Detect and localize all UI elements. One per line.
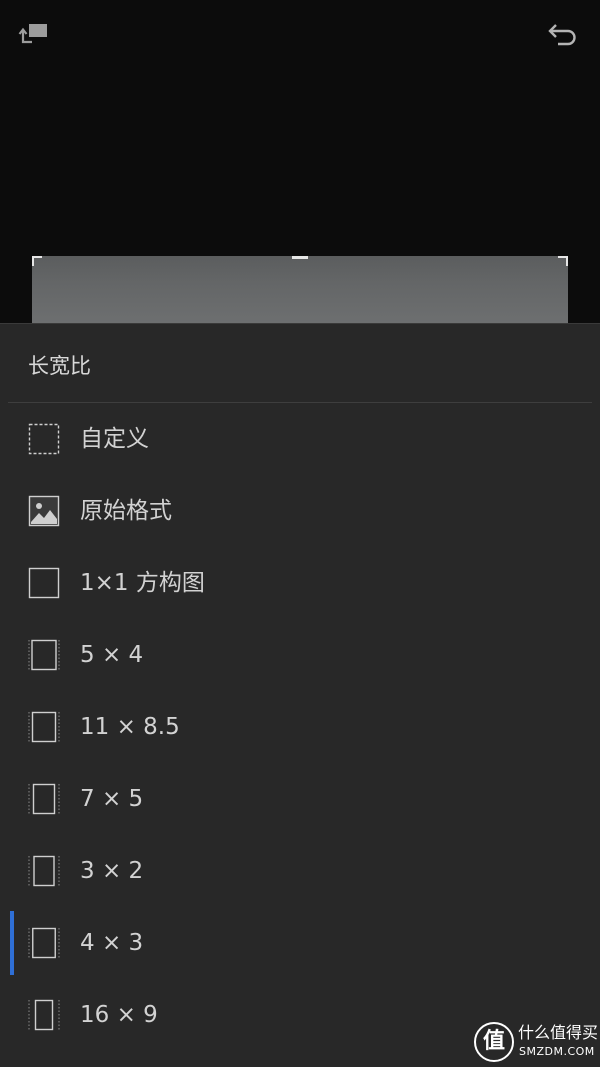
ratio-option-original[interactable]: 原始格式 xyxy=(0,475,600,547)
selection-indicator xyxy=(10,911,14,975)
ratio-label: 1×1 方构图 xyxy=(80,570,205,596)
ratio-option-3x2[interactable]: 3 × 2 xyxy=(0,835,600,907)
watermark-domain: SMZDM.COM xyxy=(519,1045,595,1058)
rotate-icon[interactable] xyxy=(18,22,50,48)
ratio-label: 5 × 4 xyxy=(80,642,144,668)
undo-icon[interactable] xyxy=(547,22,579,48)
ratio-option-5x4[interactable]: 5 × 4 xyxy=(0,619,600,691)
ratio-label: 16 × 9 xyxy=(80,1002,158,1028)
crop-screen: 长宽比 自定义 原始格式 1×1 方构图 5 × 4 11 × 8.5 7 × … xyxy=(0,0,600,1067)
ratio-option-4x3[interactable]: 4 × 3 xyxy=(0,907,600,979)
ratio-label: 原始格式 xyxy=(80,498,172,524)
ratio-label: 自定义 xyxy=(80,426,149,452)
ratio-icon xyxy=(28,999,60,1031)
original-image-icon xyxy=(28,495,60,527)
watermark-logo: 值 xyxy=(474,1022,514,1062)
ratio-label: 4 × 3 xyxy=(80,930,144,956)
square-icon xyxy=(28,567,60,599)
ratio-option-7x5[interactable]: 7 × 5 xyxy=(0,763,600,835)
watermark: 值 什么值得买 SMZDM.COM xyxy=(472,1020,598,1064)
ratio-option-1x1[interactable]: 1×1 方构图 xyxy=(0,547,600,619)
ratio-label: 3 × 2 xyxy=(80,858,144,884)
crop-handle-top-right[interactable] xyxy=(558,256,568,266)
ratio-icon xyxy=(28,639,60,671)
ratio-icon xyxy=(28,783,60,815)
ratio-icon xyxy=(28,927,60,959)
crop-handle-top[interactable] xyxy=(292,256,308,259)
ratio-icon xyxy=(28,711,60,743)
watermark-brand: 什么值得买 xyxy=(518,1023,599,1042)
aspect-ratio-list: 自定义 原始格式 1×1 方构图 5 × 4 11 × 8.5 7 × 5 3 … xyxy=(0,403,600,1051)
aspect-ratio-panel: 长宽比 自定义 原始格式 1×1 方构图 5 × 4 11 × 8.5 7 × … xyxy=(0,323,600,1067)
ratio-icon xyxy=(28,855,60,887)
ratio-label: 11 × 8.5 xyxy=(80,714,180,740)
custom-crop-icon xyxy=(28,423,60,455)
crop-handle-top-left[interactable] xyxy=(32,256,42,266)
photo-preview xyxy=(32,256,568,323)
ratio-label: 7 × 5 xyxy=(80,786,144,812)
panel-title: 长宽比 xyxy=(28,354,91,378)
ratio-option-custom[interactable]: 自定义 xyxy=(0,403,600,475)
ratio-option-11x8-5[interactable]: 11 × 8.5 xyxy=(0,691,600,763)
